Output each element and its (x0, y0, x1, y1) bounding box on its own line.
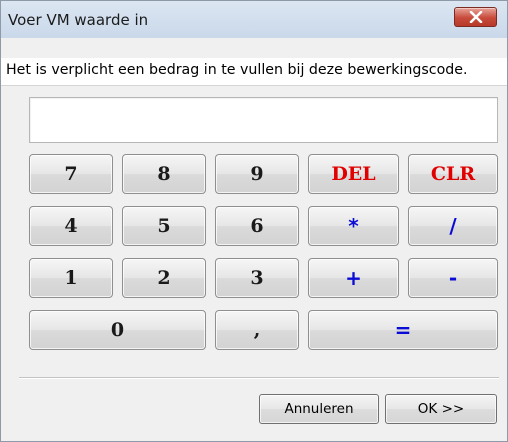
key-2[interactable]: 2 (122, 258, 206, 298)
key-9[interactable]: 9 (215, 154, 299, 194)
divider (19, 377, 499, 379)
key-6[interactable]: 6 (215, 206, 299, 246)
key-multiply[interactable]: * (308, 206, 399, 246)
title-spacer (1, 38, 507, 58)
key-3[interactable]: 3 (215, 258, 299, 298)
dialog-window: Voer VM waarde in Het is verplicht een b… (0, 0, 508, 442)
key-equals[interactable]: = (308, 310, 498, 350)
window-title: Voer VM waarde in (8, 11, 149, 29)
close-icon (469, 11, 483, 23)
cancel-button[interactable]: Annuleren (259, 394, 379, 424)
amount-input[interactable] (29, 97, 498, 143)
key-0[interactable]: 0 (29, 310, 206, 350)
key-1[interactable]: 1 (29, 258, 113, 298)
message-bar: Het is verplicht een bedrag in te vullen… (1, 58, 507, 86)
key-minus[interactable]: - (408, 258, 498, 298)
key-7[interactable]: 7 (29, 154, 113, 194)
ok-button[interactable]: OK >> (385, 394, 497, 424)
key-8[interactable]: 8 (122, 154, 206, 194)
close-button[interactable] (454, 7, 497, 27)
key-divide[interactable]: / (408, 206, 498, 246)
key-plus[interactable]: + (308, 258, 399, 298)
title-bar[interactable]: Voer VM waarde in (1, 0, 507, 38)
key-4[interactable]: 4 (29, 206, 113, 246)
message-text: Het is verplicht een bedrag in te vullen… (6, 62, 468, 78)
key-5[interactable]: 5 (122, 206, 206, 246)
key-clr[interactable]: CLR (408, 154, 498, 194)
key-del[interactable]: DEL (308, 154, 399, 194)
key-comma[interactable]: , (215, 310, 299, 350)
